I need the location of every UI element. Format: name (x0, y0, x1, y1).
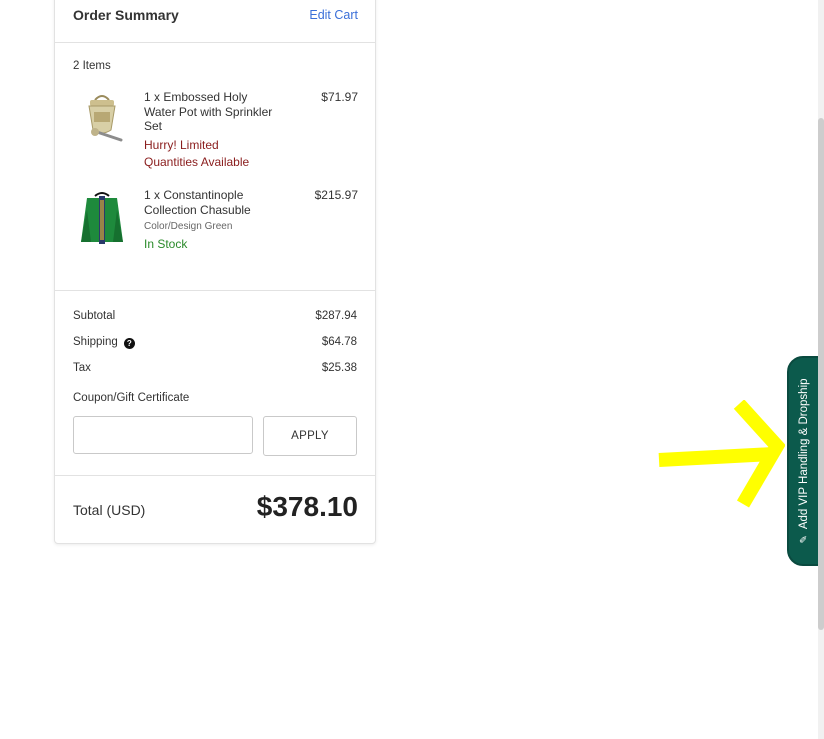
item-name-text: 1 x Embossed Holy Water Pot with Sprinkl… (144, 90, 273, 133)
subtotal-row: Subtotal $287.94 (73, 310, 357, 322)
vip-tab-content: ✎ Add VIP Handling & Dropship (798, 378, 810, 543)
subtotal-value: $287.94 (315, 310, 357, 322)
item-name[interactable]: 1 x Embossed Holy Water Pot with Sprinkl… (144, 90, 274, 171)
in-stock-status: In Stock (144, 236, 188, 251)
coupon-label: Coupon/Gift Certificate (73, 392, 190, 404)
apply-coupon-button[interactable]: APPLY (263, 416, 357, 456)
coupon-input[interactable] (73, 416, 253, 454)
items-count: 2 Items (73, 60, 111, 72)
pencil-icon: ✎ (799, 535, 810, 544)
limited-quantity-status: Hurry! Limited Quantities Available (144, 137, 250, 169)
shipping-label: Shipping (73, 336, 118, 348)
total-value: $378.10 (256, 491, 358, 522)
chasuble-thumbnail[interactable] (77, 190, 127, 248)
annotation-arrow-icon (658, 400, 785, 508)
scrollbar-thumb[interactable] (818, 118, 824, 630)
order-summary-title: Order Summary (73, 7, 179, 23)
order-summary-header: Order Summary Edit Cart (55, 0, 375, 43)
item-price: $71.97 (321, 90, 358, 104)
divider (55, 290, 375, 291)
total-label: Total (USD) (73, 502, 146, 518)
divider (55, 475, 375, 476)
shipping-row: Shipping? $64.78 (73, 336, 357, 349)
vip-handling-dropship-tab[interactable]: ✎ Add VIP Handling & Dropship (787, 356, 821, 566)
tax-label: Tax (73, 362, 91, 374)
holy-water-pot-thumbnail[interactable] (77, 94, 127, 152)
vip-tab-label: Add VIP Handling & Dropship (798, 378, 810, 530)
item-price: $215.97 (314, 188, 358, 202)
order-summary-card: Order Summary Edit Cart 2 Items 1 x Embo… (54, 0, 376, 544)
subtotal-label: Subtotal (73, 310, 116, 322)
item-name[interactable]: 1 x Constantinople Collection Chasuble C… (144, 188, 274, 251)
tax-row: Tax $25.38 (73, 362, 357, 374)
item-variant: Color/Design Green (144, 221, 233, 232)
shipping-value: $64.78 (321, 336, 357, 348)
item-name-text: 1 x Constantinople Collection Chasuble (144, 188, 251, 217)
help-question-icon[interactable]: ? (123, 338, 135, 349)
edit-cart-link[interactable]: Edit Cart (309, 8, 358, 22)
tax-value: $25.38 (321, 362, 357, 374)
page-scrollbar[interactable] (818, 0, 824, 739)
